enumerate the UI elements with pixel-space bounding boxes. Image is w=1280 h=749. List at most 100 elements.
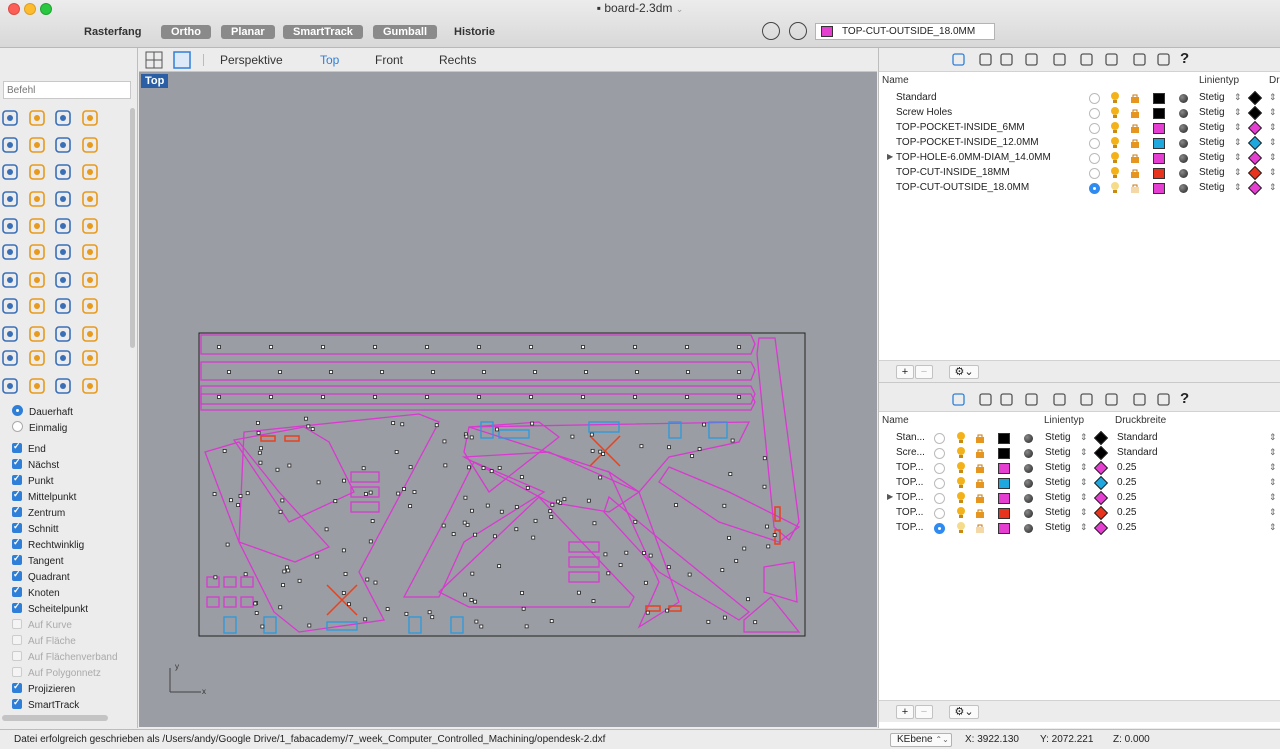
material-icon[interactable] — [1024, 479, 1033, 488]
zoom-window-tool-icon[interactable] — [53, 324, 73, 344]
material-icon[interactable] — [1179, 154, 1188, 163]
current-layer-radio[interactable] — [1089, 93, 1100, 104]
toolbar-scrollbar[interactable] — [130, 108, 135, 348]
block-tool-icon[interactable] — [0, 296, 20, 316]
stepper-icon[interactable]: ⇕ — [1269, 122, 1277, 133]
osnap-option[interactable]: Auf Flächenverband — [12, 651, 118, 663]
current-layer-radio[interactable] — [1089, 123, 1100, 134]
checkbox-icon[interactable] — [12, 553, 22, 565]
print-color-swatch[interactable] — [1093, 505, 1109, 521]
osnap-option[interactable]: Mittelpunkt — [12, 489, 76, 503]
command-input[interactable] — [3, 81, 131, 99]
print-color-swatch[interactable] — [1247, 120, 1263, 136]
paint-tool-icon[interactable] — [80, 296, 100, 316]
stepper-icon[interactable]: ⇕ — [1269, 522, 1277, 533]
circle-icon[interactable] — [978, 392, 993, 407]
blend-tool-icon[interactable] — [80, 216, 100, 236]
lightbulb-icon[interactable] — [1110, 122, 1120, 134]
material-icon[interactable] — [1024, 434, 1033, 443]
stepper-icon[interactable]: ⇕ — [1080, 432, 1088, 443]
tab-top[interactable]: Top — [320, 53, 339, 67]
checkbox-icon[interactable] — [12, 601, 22, 613]
material-icon[interactable] — [1179, 184, 1188, 193]
layer-options-button[interactable]: ⚙⌄ — [949, 365, 979, 379]
print-color-swatch[interactable] — [1247, 165, 1263, 181]
checkbox-icon[interactable] — [12, 667, 22, 677]
lightbulb-icon[interactable] — [1110, 182, 1120, 194]
stepper-icon[interactable]: ⇕ — [1234, 122, 1242, 133]
lock-icon[interactable] — [975, 479, 985, 488]
solid-tool-icon[interactable] — [0, 270, 20, 290]
stepper-icon[interactable]: ⇕ — [1080, 492, 1088, 503]
layer-name[interactable]: TOP... — [896, 477, 923, 488]
layer-row[interactable]: ▶ TOP... Stetig ⇕ 0.25 ⇕ — [879, 490, 1280, 506]
layer-row[interactable]: Stan... Stetig ⇕ Standard ⇕ — [879, 430, 1280, 446]
layer-color-swatch[interactable] — [1153, 183, 1165, 194]
surface-tool-icon[interactable] — [53, 135, 73, 155]
layers-icon[interactable] — [951, 392, 966, 407]
fillet-tool-icon[interactable] — [0, 216, 20, 236]
lock-icon[interactable] — [975, 524, 985, 533]
checkbox-icon[interactable] — [12, 619, 22, 629]
layer-name[interactable]: TOP... — [896, 462, 923, 473]
help-tool-icon[interactable] — [0, 376, 20, 396]
page-icon[interactable] — [999, 392, 1014, 407]
lightbulb-icon[interactable] — [1110, 92, 1120, 104]
wireframe-tool-icon[interactable] — [53, 348, 73, 368]
top-viewport[interactable]: Top y x — [139, 72, 877, 727]
box-tool-icon[interactable] — [0, 162, 20, 182]
stepper-icon[interactable]: ⇕ — [1269, 107, 1277, 118]
linetype-label[interactable]: Stetig — [1045, 522, 1071, 533]
print-width-label[interactable]: 0.25 — [1117, 522, 1136, 533]
help-icon[interactable]: ? — [1180, 50, 1195, 67]
checkbox-icon[interactable] — [12, 585, 22, 597]
lock-icon[interactable] — [1130, 109, 1140, 118]
layer-color-swatch[interactable] — [998, 478, 1010, 489]
layers-icon[interactable] — [951, 52, 966, 67]
camera-icon[interactable] — [1052, 52, 1067, 67]
mail-tool-icon[interactable] — [53, 376, 73, 396]
lightbulb-icon[interactable] — [956, 462, 966, 474]
lightbulb-icon[interactable] — [1110, 152, 1120, 164]
layer-name[interactable]: Scre... — [896, 447, 925, 458]
stepper-icon[interactable]: ⇕ — [1080, 447, 1088, 458]
linetype-label[interactable]: Stetig — [1199, 137, 1225, 148]
osnap-option[interactable]: Auf Kurve — [12, 619, 72, 631]
current-layer-selector[interactable]: TOP-CUT-OUTSIDE_18.0MM — [815, 23, 995, 40]
lock-icon[interactable] — [975, 449, 985, 458]
material-icon[interactable] — [1024, 494, 1033, 503]
layer-row[interactable]: TOP-CUT-OUTSIDE_18.0MM Stetig ⇕ ⇕ — [879, 180, 1280, 196]
cylinder-tool-icon[interactable] — [53, 162, 73, 182]
lock-icon[interactable] — [1130, 154, 1140, 163]
material-icon[interactable] — [1179, 124, 1188, 133]
lightbulb-icon[interactable] — [1110, 167, 1120, 179]
print-color-swatch[interactable] — [1247, 180, 1263, 196]
header-linetype[interactable]: Linientyp — [1044, 415, 1084, 426]
color-wheel-tool-icon[interactable] — [80, 376, 100, 396]
layer-name[interactable]: TOP-POCKET-INSIDE_12.0MM — [896, 137, 1039, 148]
disclosure-triangle-icon[interactable]: ▶ — [887, 152, 893, 161]
layer-color-swatch[interactable] — [998, 463, 1010, 474]
cube-edit-icon[interactable] — [1104, 392, 1119, 407]
print-width-label[interactable]: 0.25 — [1117, 507, 1136, 518]
osnap-option[interactable]: End — [12, 441, 46, 455]
checkbox-icon[interactable] — [12, 489, 22, 501]
patch-tool-icon[interactable] — [80, 135, 100, 155]
osnap-horizontal-scrollbar[interactable] — [2, 715, 108, 721]
stepper-icon[interactable]: ⇕ — [1080, 462, 1088, 473]
linetype-label[interactable]: Stetig — [1045, 447, 1071, 458]
stepper-icon[interactable]: ⇕ — [1269, 182, 1277, 193]
material-icon[interactable] — [1024, 449, 1033, 458]
arc-tool-icon[interactable] — [53, 108, 73, 128]
osnap-option[interactable]: SmartTrack — [12, 697, 79, 711]
rectangle-tool-icon[interactable] — [80, 108, 100, 128]
print-width-label[interactable]: Standard — [1117, 432, 1158, 443]
circle-tool-icon[interactable] — [0, 108, 20, 128]
checkbox-icon[interactable] — [12, 537, 22, 549]
layer-name[interactable]: Stan... — [896, 432, 925, 443]
checkbox-icon[interactable] — [12, 697, 22, 709]
remove-layer-button[interactable]: − — [915, 705, 933, 719]
grid-layout-icon[interactable] — [145, 51, 163, 69]
add-layer-button[interactable]: + — [896, 365, 914, 379]
checkbox-icon[interactable] — [12, 635, 22, 645]
